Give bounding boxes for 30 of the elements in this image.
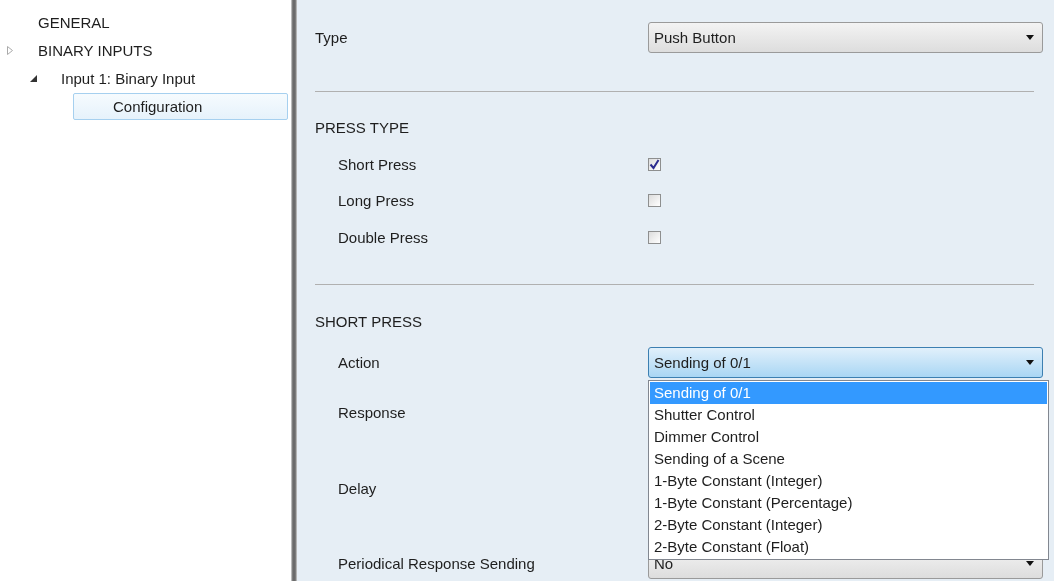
option-label: Short Press	[337, 155, 418, 173]
option-label: Long Press	[337, 192, 415, 210]
dropdown-arrow-icon	[1026, 561, 1034, 566]
field-label: Action	[337, 354, 381, 371]
tree-item[interactable]: Configuration	[73, 92, 288, 120]
tree-item[interactable]: Input 1: Binary Input	[61, 65, 196, 91]
dropdown-option[interactable]: 1-Byte Constant (Percentage)	[650, 492, 1047, 514]
field-label: Response	[337, 404, 407, 421]
option-label: Double Press	[337, 228, 430, 246]
dropdown-option[interactable]: Sending of a Scene	[650, 448, 1047, 470]
field-label: Periodical Response Sending	[337, 555, 536, 572]
expanded-arrow-icon[interactable]	[30, 74, 37, 82]
dropdown-option[interactable]: 2-Byte Constant (Integer)	[650, 514, 1047, 536]
tree-item[interactable]: GENERAL	[38, 9, 110, 35]
dropdown[interactable]: Sending of 0/1	[648, 347, 1043, 378]
dropdown-arrow-icon	[1026, 360, 1034, 365]
section-heading: PRESS TYPE	[315, 118, 409, 138]
dropdown-arrow-icon	[1026, 34, 1034, 40]
field-label: Type	[315, 28, 349, 46]
checkbox[interactable]	[648, 157, 661, 171]
dropdown-option[interactable]: Shutter Control	[650, 404, 1047, 426]
section-heading: SHORT PRESS	[315, 311, 422, 332]
dropdown-option[interactable]: Dimmer Control	[650, 426, 1047, 448]
dropdown-option[interactable]: 1-Byte Constant (Integer)	[650, 470, 1047, 492]
tree-item[interactable]: BINARY INPUTS	[38, 37, 153, 63]
checkbox[interactable]	[648, 230, 661, 244]
field-label: Delay	[337, 479, 378, 497]
checkbox[interactable]	[648, 194, 661, 208]
collapsed-arrow-icon[interactable]	[7, 45, 13, 55]
type-dropdown[interactable]: Push Button	[648, 21, 1043, 53]
